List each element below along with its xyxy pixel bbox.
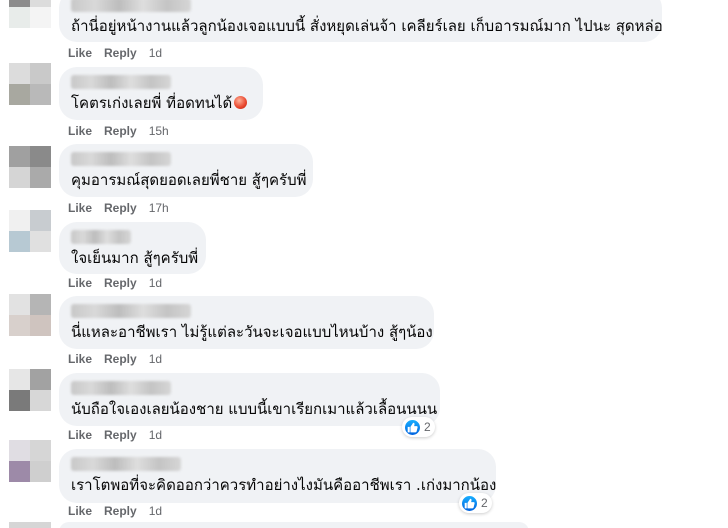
comment-bubble: คุมอารมณ์สุดยอดเลยพี่ชาย สู้ๆครับพี่: [59, 144, 313, 197]
like-button[interactable]: Like: [68, 124, 92, 138]
comment-actions: Like Reply 1d: [68, 45, 162, 61]
comment-timestamp[interactable]: 1d: [149, 276, 162, 290]
reply-button[interactable]: Reply: [104, 124, 137, 138]
commenter-name[interactable]: [71, 381, 171, 395]
comment-timestamp[interactable]: 17h: [149, 201, 169, 215]
comment-actions: Like Reply 1d: [68, 351, 162, 367]
reply-button[interactable]: Reply: [104, 46, 137, 60]
comment-bubble: ถ้านี่อยู่หน้างานแล้วลูกน้องเจอแบบนี้ สั…: [59, 0, 663, 42]
comment-bubble: เราโตพอที่จะคิดออกว่าควรทำอย่างไงมันคืออ…: [59, 449, 496, 503]
like-reaction-icon: [461, 494, 478, 512]
commenter-name[interactable]: [71, 152, 171, 166]
comment-text: นับถือใจเองเลยน้องชาย แบบนี้เขาเรียกเมาแ…: [71, 400, 438, 418]
commenter-name[interactable]: [71, 304, 191, 318]
comment-text: โคตรเก่งเลยพี่ ที่อดทนได้: [71, 94, 251, 113]
peach-emoji-icon: [234, 96, 248, 109]
reply-button[interactable]: Reply: [104, 504, 137, 518]
comment-text: ถ้านี่อยู่หน้างานแล้วลูกน้องเจอแบบนี้ สั…: [71, 17, 663, 35]
comment-timestamp[interactable]: 1d: [149, 46, 162, 60]
commenter-name[interactable]: [71, 0, 191, 12]
avatar[interactable]: [9, 210, 51, 252]
reaction-summary[interactable]: 2: [459, 493, 492, 513]
like-button[interactable]: Like: [68, 276, 92, 290]
avatar[interactable]: [9, 63, 51, 105]
avatar[interactable]: [9, 440, 51, 482]
comment-bubble: โคตรเก่งเลยพี่ ที่อดทนได้: [59, 67, 263, 120]
reply-button[interactable]: Reply: [104, 428, 137, 442]
reply-button[interactable]: Reply: [104, 201, 137, 215]
reaction-count: 2: [424, 420, 431, 434]
comment-text: คุมอารมณ์สุดยอดเลยพี่ชาย สู้ๆครับพี่: [71, 171, 307, 189]
like-button[interactable]: Like: [68, 46, 92, 60]
avatar[interactable]: [9, 369, 51, 411]
commenter-name[interactable]: [71, 230, 131, 244]
avatar[interactable]: [9, 0, 51, 28]
avatar[interactable]: [9, 146, 51, 188]
commenter-name[interactable]: [71, 457, 181, 471]
comment-text: นี่แหละอาชีพเรา ไม่รู้แต่ละวันจะเจอแบบไห…: [71, 323, 433, 341]
comment-timestamp[interactable]: 15h: [149, 124, 169, 138]
reaction-count: 2: [481, 496, 488, 510]
like-button[interactable]: Like: [68, 352, 92, 366]
comment-actions: Like Reply 1d: [68, 275, 162, 291]
reply-button[interactable]: Reply: [104, 276, 137, 290]
comment-timestamp[interactable]: 1d: [149, 504, 162, 518]
next-avatar: [9, 522, 51, 528]
reply-button[interactable]: Reply: [104, 352, 137, 366]
comment-text: ใจเย็นมาก สู้ๆครับพี่: [71, 249, 199, 267]
comment-timestamp[interactable]: 1d: [149, 352, 162, 366]
comment-actions: Like Reply 15h: [68, 123, 169, 139]
avatar[interactable]: [9, 294, 51, 336]
like-button[interactable]: Like: [68, 201, 92, 215]
reaction-summary[interactable]: 2: [402, 417, 435, 437]
comment-actions: Like Reply 17h: [68, 200, 169, 216]
comment-bubble: ใจเย็นมาก สู้ๆครับพี่: [59, 222, 206, 274]
commenter-name[interactable]: [71, 75, 171, 89]
next-comment-bubble: [59, 522, 529, 528]
comment-actions: Like Reply 1d: [68, 427, 162, 443]
comment-timestamp[interactable]: 1d: [149, 428, 162, 442]
like-reaction-icon: [404, 418, 421, 436]
comment-text: เราโตพอที่จะคิดออกว่าควรทำอย่างไงมันคืออ…: [71, 476, 497, 494]
comment-bubble: นับถือใจเองเลยน้องชาย แบบนี้เขาเรียกเมาแ…: [59, 373, 440, 426]
like-button[interactable]: Like: [68, 428, 92, 442]
comment-bubble: นี่แหละอาชีพเรา ไม่รู้แต่ละวันจะเจอแบบไห…: [59, 296, 434, 349]
comment-actions: Like Reply 1d: [68, 503, 162, 519]
like-button[interactable]: Like: [68, 504, 92, 518]
